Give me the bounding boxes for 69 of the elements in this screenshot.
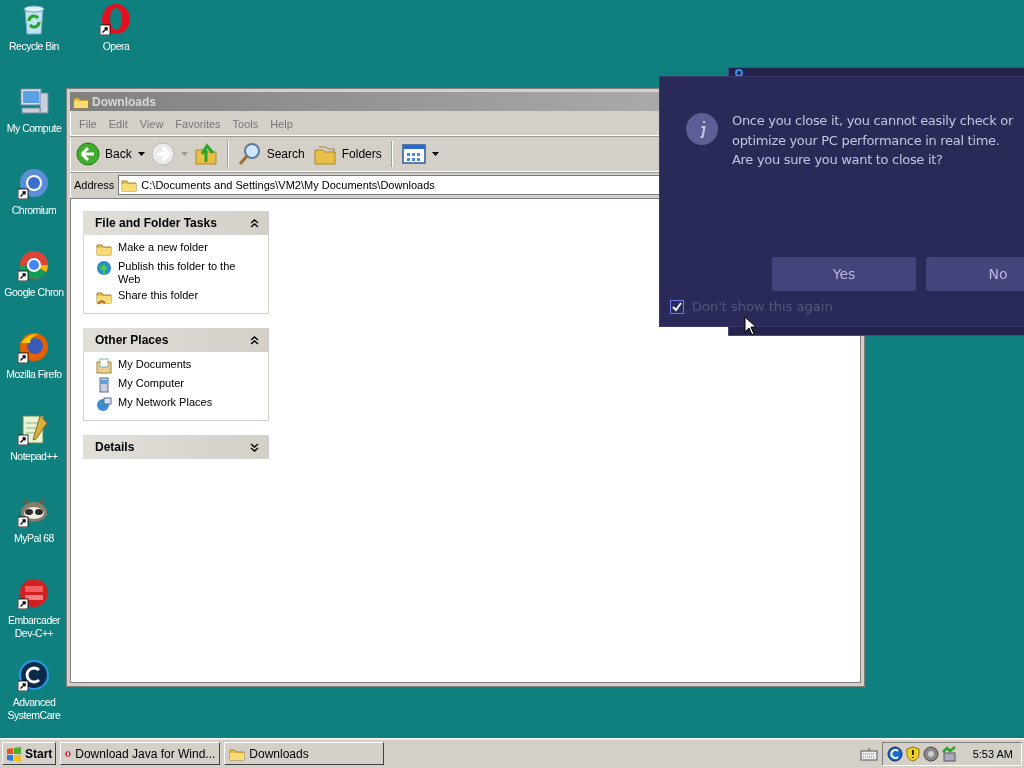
checkbox[interactable] [670, 299, 684, 314]
menu-item[interactable]: Edit [103, 116, 133, 132]
dropdown-arrow-icon[interactable] [137, 152, 145, 156]
menu-item[interactable]: View [134, 116, 169, 132]
mouse-pointer-icon [744, 316, 757, 336]
task-link[interactable]: Publish this folder to the Web [118, 260, 258, 286]
computer-icon[interactable] [18, 85, 50, 117]
icon-label[interactable]: MyPal 68 [14, 532, 54, 545]
address-label: Address [74, 179, 115, 191]
collapse-chevron-icon[interactable] [250, 334, 259, 346]
info-icon [686, 113, 718, 145]
task-link[interactable]: My Computer [118, 377, 258, 390]
taskbar-button[interactable]: Downloads [224, 742, 385, 765]
expand-chevron-icon[interactable] [250, 441, 259, 453]
network-icon[interactable] [940, 745, 957, 762]
firefox-shortcut-icon[interactable] [18, 331, 50, 363]
menu-item[interactable]: Favorites [170, 116, 226, 132]
folder-up-icon [193, 142, 218, 166]
folders-button[interactable]: Folders [310, 142, 384, 166]
computer-icon[interactable] [96, 377, 112, 393]
task-link[interactable]: Make a new folder [118, 241, 258, 254]
notepad-shortcut-icon[interactable] [18, 413, 50, 445]
dev-cpp-shortcut-icon[interactable] [18, 577, 50, 609]
taskbar-button[interactable]: Download Java for Wind... [60, 742, 221, 765]
views-button[interactable] [399, 142, 428, 166]
chrome-shortcut-icon[interactable] [18, 249, 50, 281]
windows-logo-icon [6, 745, 22, 762]
dialog-button[interactable]: No [926, 257, 1024, 291]
icon-label[interactable]: My Compute [6, 122, 62, 135]
icon-label[interactable]: Google Chron [4, 286, 64, 299]
collapse-chevron-icon[interactable] [250, 217, 259, 229]
network-icon[interactable] [96, 396, 112, 412]
task-link[interactable]: My Documents [118, 358, 258, 371]
pane-header[interactable]: Other Places [83, 328, 269, 352]
shared-folder-icon[interactable] [96, 289, 112, 305]
folder-icon [121, 177, 138, 193]
search-button[interactable]: Search [235, 142, 307, 166]
systemcare-icon[interactable] [886, 745, 903, 762]
icon-label[interactable]: Recycle Bin [9, 40, 59, 53]
globe-icon[interactable] [96, 260, 112, 276]
app-icon [735, 69, 743, 77]
icon-label[interactable]: Notepad++ [10, 450, 58, 463]
icon-label[interactable]: Chromium [11, 204, 57, 217]
disc-icon[interactable] [922, 745, 939, 762]
menu-item[interactable]: Tools [227, 116, 264, 132]
clock: 5:53 AM [972, 747, 1013, 760]
icon-label[interactable]: Embarcader Dev-C++ [7, 614, 61, 640]
task-link[interactable]: My Network Places [118, 396, 258, 409]
window-title: Downloads [92, 94, 156, 109]
keyboard-icon[interactable] [859, 746, 878, 761]
chromium-shortcut-icon[interactable] [18, 167, 50, 199]
icon-label[interactable]: Advanced SystemCare [7, 696, 61, 722]
task-link[interactable]: Share this folder [118, 289, 258, 302]
menu-item[interactable]: Help [265, 116, 298, 132]
icon-label[interactable]: Mozilla Firefo [6, 368, 62, 381]
back-button[interactable]: Back [74, 142, 134, 166]
icon-label[interactable]: Opera [102, 40, 130, 53]
security-shield-icon[interactable] [904, 745, 921, 762]
dropdown-arrow-icon[interactable] [431, 152, 439, 156]
start-button[interactable]: Start [2, 742, 57, 765]
search-icon [237, 142, 262, 166]
pane-header[interactable]: File and Folder Tasks [83, 211, 269, 235]
views-icon [401, 142, 426, 166]
pane-header[interactable]: Details [83, 435, 269, 459]
menu-item[interactable]: File [74, 116, 102, 132]
systemcare-shortcut-icon[interactable] [18, 659, 50, 691]
opera-shortcut-icon[interactable] [100, 3, 132, 35]
dialog-button[interactable]: Yes [772, 257, 916, 291]
dialog-message: Once you close it, you cannot easily check or optimize your PC performance in real time. Are you sure you want to close it? [732, 112, 1015, 169]
